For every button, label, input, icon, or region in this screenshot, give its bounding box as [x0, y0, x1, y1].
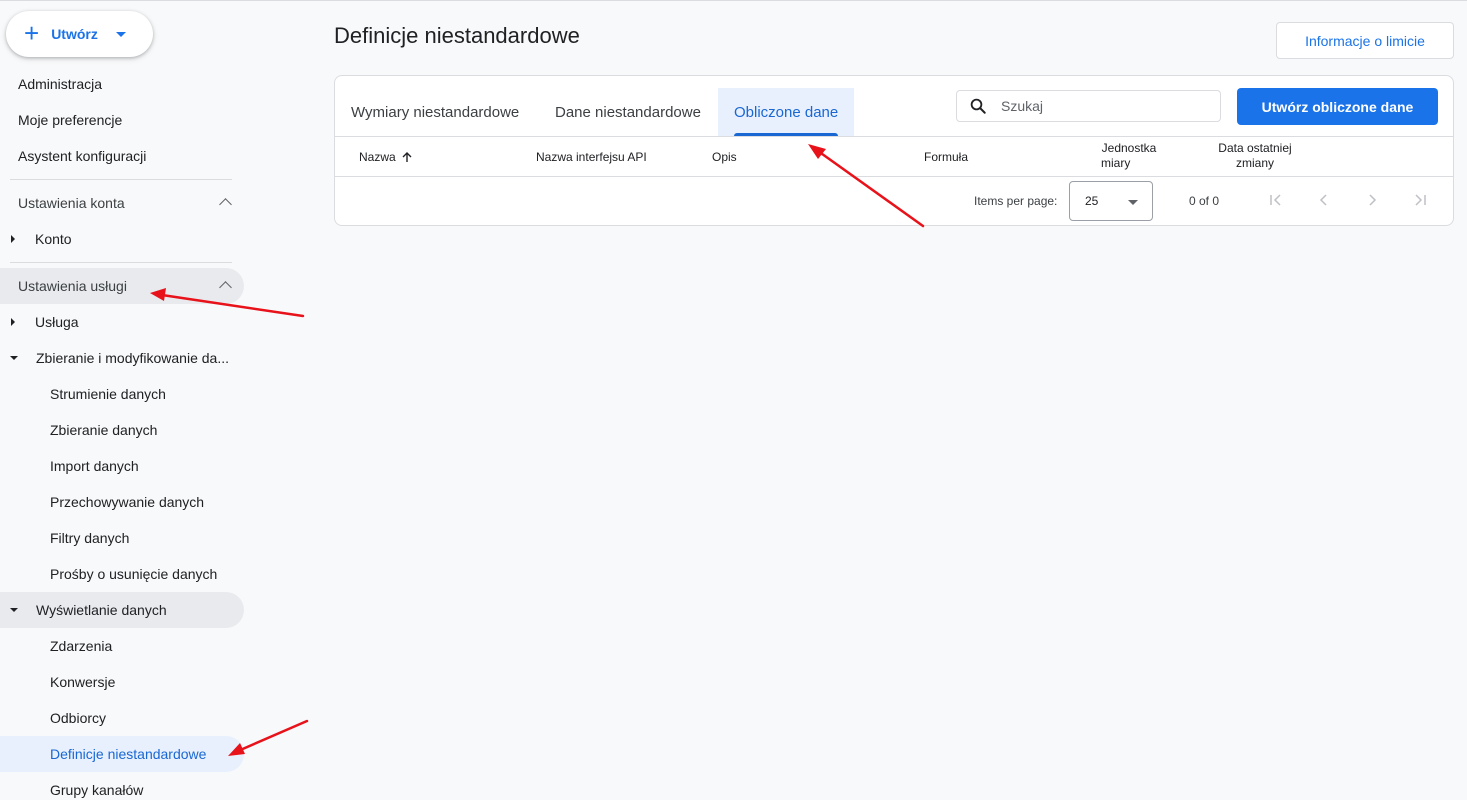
- last-page-icon: [1415, 194, 1426, 206]
- sidebar-item-preferences[interactable]: Moje preferencje: [18, 102, 122, 138]
- sidebar-item-label: Wyświetlanie danych: [36, 602, 167, 618]
- triangle-down-icon: [10, 356, 18, 360]
- pagination-range: 0 of 0: [1189, 194, 1220, 208]
- sidebar-item-custom-definitions[interactable]: Definicje niestandardowe: [0, 736, 244, 772]
- caret-down-icon: [1128, 200, 1138, 205]
- previous-page-button[interactable]: [1313, 189, 1335, 211]
- column-header-formula[interactable]: Formuła: [924, 150, 968, 164]
- column-label: zmiany: [1235, 156, 1274, 170]
- items-per-page-label: Items per page:: [974, 194, 1058, 208]
- sidebar-item-data-retention[interactable]: Przechowywanie danych: [50, 484, 204, 520]
- sidebar-item-channel-groups[interactable]: Grupy kanałów: [50, 772, 143, 800]
- create-button-label: Utwórz: [51, 26, 98, 42]
- column-header-name[interactable]: Nazwa: [359, 150, 413, 164]
- tab-calculated-metrics[interactable]: Obliczone dane: [718, 88, 855, 136]
- chevron-right-icon: [1369, 194, 1377, 206]
- sidebar: + Utwórz Administracja Moje preferencje …: [0, 1, 262, 800]
- sidebar-item-label: Konto: [35, 231, 72, 247]
- arrow-up-icon: [402, 152, 412, 162]
- create-calculated-metric-button[interactable]: Utwórz obliczone dane: [1237, 88, 1438, 125]
- chevron-up-icon: [219, 198, 232, 211]
- first-page-icon: [1270, 194, 1281, 206]
- items-per-page-select[interactable]: 25: [1069, 181, 1153, 221]
- limit-info-button[interactable]: Informacje o limicie: [1276, 22, 1454, 59]
- triangle-right-icon: [11, 235, 15, 243]
- chevron-up-icon: [219, 281, 232, 294]
- sidebar-item-label: Usługa: [35, 314, 79, 330]
- section-label: Ustawienia usługi: [18, 278, 127, 294]
- column-header-unit[interactable]: Jednostka miary: [1091, 141, 1167, 171]
- sidebar-item-deletion-requests[interactable]: Prośby o usunięcie danych: [50, 556, 217, 592]
- sidebar-item-audiences[interactable]: Odbiorcy: [50, 700, 106, 736]
- caret-down-icon: [115, 31, 126, 37]
- select-value: 25: [1085, 194, 1099, 208]
- divider: [10, 179, 232, 180]
- section-property-settings[interactable]: Ustawienia usługi: [0, 268, 244, 304]
- triangle-down-icon: [10, 608, 18, 612]
- plus-icon: +: [24, 18, 40, 48]
- sidebar-item-konto[interactable]: Konto: [10, 221, 72, 257]
- sidebar-item-data-filters[interactable]: Filtry danych: [50, 520, 129, 556]
- sidebar-item-data-streams[interactable]: Strumienie danych: [50, 376, 166, 412]
- triangle-right-icon: [11, 318, 15, 326]
- last-page-button[interactable]: [1409, 189, 1431, 211]
- definitions-card: Wymiary niestandardowe Dane niestandardo…: [334, 75, 1454, 226]
- divider: [335, 176, 1453, 177]
- column-label: miary: [1101, 156, 1131, 170]
- sidebar-item-usluga[interactable]: Usługa: [10, 304, 79, 340]
- sidebar-item-events[interactable]: Zdarzenia: [50, 628, 112, 664]
- section-account-settings[interactable]: Ustawienia konta: [0, 185, 244, 221]
- divider: [335, 136, 1453, 137]
- column-header-description[interactable]: Opis: [712, 150, 737, 164]
- divider: [10, 262, 232, 263]
- chevron-left-icon: [1319, 194, 1327, 206]
- sidebar-item-administracja[interactable]: Administracja: [18, 66, 102, 102]
- first-page-button[interactable]: [1265, 189, 1287, 211]
- sidebar-item-conversions[interactable]: Konwersje: [50, 664, 115, 700]
- sidebar-item-setup-assistant[interactable]: Asystent konfiguracji: [18, 138, 146, 174]
- search-box: [956, 90, 1221, 122]
- column-label: Nazwa: [359, 150, 396, 164]
- column-header-last-modified[interactable]: Data ostatniej zmiany: [1207, 141, 1303, 171]
- section-label: Ustawienia konta: [18, 195, 125, 211]
- sidebar-item-label: Zbieranie i modyfikowanie da...: [36, 350, 229, 366]
- column-label: Jednostka: [1101, 141, 1157, 155]
- sidebar-group-data-display[interactable]: Wyświetlanie danych: [0, 592, 244, 628]
- sidebar-item-data-collection[interactable]: Zbieranie danych: [50, 412, 157, 448]
- tab-custom-metrics[interactable]: Dane niestandardowe: [539, 88, 717, 136]
- tab-custom-dimensions[interactable]: Wymiary niestandardowe: [335, 88, 535, 136]
- search-icon: [970, 98, 986, 114]
- column-header-api-name[interactable]: Nazwa interfejsu API: [536, 150, 647, 164]
- column-label: Data ostatniej: [1218, 141, 1292, 155]
- page-title: Definicje niestandardowe: [334, 23, 580, 48]
- sidebar-item-data-import[interactable]: Import danych: [50, 448, 139, 484]
- search-input[interactable]: [1001, 98, 1201, 114]
- sidebar-group-data-collection[interactable]: Zbieranie i modyfikowanie da...: [10, 340, 229, 376]
- next-page-button[interactable]: [1361, 189, 1383, 211]
- create-button[interactable]: + Utwórz: [6, 11, 153, 57]
